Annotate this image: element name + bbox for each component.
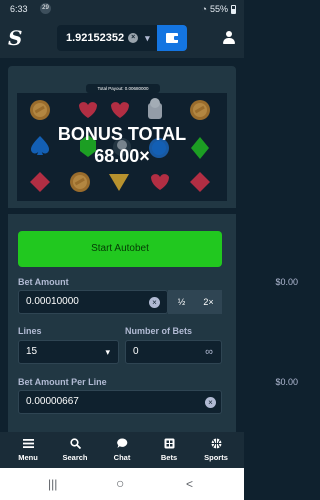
wallet-icon xyxy=(166,33,179,43)
bets-slip-icon xyxy=(164,438,175,449)
currency-coin-icon: × xyxy=(128,33,139,43)
battery-percent: 55% xyxy=(209,4,228,14)
total-payout-badge: Total Payout: 0.00680000 xyxy=(86,84,160,93)
clear-bet-per-line-icon[interactable]: × xyxy=(205,397,216,408)
bottom-navigation: Menu Search Chat Bets Sports xyxy=(0,432,244,468)
clear-bet-amount-icon[interactable]: × xyxy=(149,297,160,308)
bet-per-line-usd: $0.00 xyxy=(275,377,298,387)
stake-logo[interactable]: S xyxy=(8,27,24,49)
top-bar: S 1.92152352 × ▾ xyxy=(0,18,244,58)
nav-chat-label: Chat xyxy=(113,453,131,462)
status-bar: 6:33 29 ◔ 55% xyxy=(0,0,244,18)
bet-amount-label: Bet Amount xyxy=(18,277,69,287)
wallet-button[interactable] xyxy=(157,25,187,51)
home-button[interactable]: ○ xyxy=(116,475,124,491)
chevron-down-icon: ▾ xyxy=(105,347,110,357)
battery-icon xyxy=(231,4,236,14)
nav-sports-label: Sports xyxy=(204,453,228,462)
wallet-balance-dropdown[interactable]: 1.92152352 × ▾ xyxy=(57,25,157,51)
nav-search-label: Search xyxy=(62,453,88,462)
android-navigation-bar: ||| ○ < xyxy=(0,468,244,500)
basketball-icon xyxy=(211,438,222,449)
recents-button[interactable]: ||| xyxy=(48,477,57,491)
number-of-bets-label: Number of Bets xyxy=(125,326,193,336)
nav-menu-label: Menu xyxy=(18,453,38,462)
bet-per-line-input[interactable]: 0.00000667 xyxy=(18,390,222,414)
bonus-multiplier: 68.00× xyxy=(94,146,150,166)
half-bet-button[interactable]: ½ xyxy=(168,290,195,314)
lines-select[interactable]: 15 ▾ xyxy=(18,340,119,364)
wifi-icon: ◔ xyxy=(201,4,207,14)
number-of-bets-input[interactable]: 0 ∞ xyxy=(125,340,222,364)
user-profile-icon[interactable] xyxy=(223,31,235,45)
bonus-total-title: BONUS TOTAL xyxy=(57,124,187,144)
start-autobet-button[interactable]: Start Autobet xyxy=(18,231,222,267)
notification-badge: 29 xyxy=(40,3,51,14)
bet-amount-usd: $0.00 xyxy=(275,277,298,287)
double-bet-button[interactable]: 2× xyxy=(195,290,222,314)
nav-search[interactable]: Search xyxy=(51,432,99,468)
status-time: 6:33 xyxy=(10,4,28,14)
chat-bubble-icon xyxy=(117,438,128,448)
bet-amount-input[interactable]: 0.00010000 xyxy=(18,290,168,314)
bet-amount-value: 0.00010000 xyxy=(26,296,79,307)
bet-per-line-value: 0.00000667 xyxy=(26,396,79,407)
nav-chat[interactable]: Chat xyxy=(98,432,146,468)
nav-sports[interactable]: Sports xyxy=(192,432,240,468)
infinity-icon: ∞ xyxy=(205,346,213,358)
lines-value: 15 xyxy=(26,346,38,357)
search-icon xyxy=(70,438,81,449)
hamburger-menu-icon xyxy=(23,439,34,448)
wallet-balance: 1.92152352 xyxy=(66,32,125,44)
nav-bets-label: Bets xyxy=(160,453,178,462)
back-button[interactable]: < xyxy=(186,477,193,491)
bet-per-line-label: Bet Amount Per Line xyxy=(18,377,107,387)
nav-bets[interactable]: Bets xyxy=(145,432,193,468)
nav-menu[interactable]: Menu xyxy=(4,432,52,468)
lines-label: Lines xyxy=(18,326,42,336)
chevron-down-icon: ▾ xyxy=(145,32,150,43)
number-of-bets-value: 0 xyxy=(133,346,139,357)
